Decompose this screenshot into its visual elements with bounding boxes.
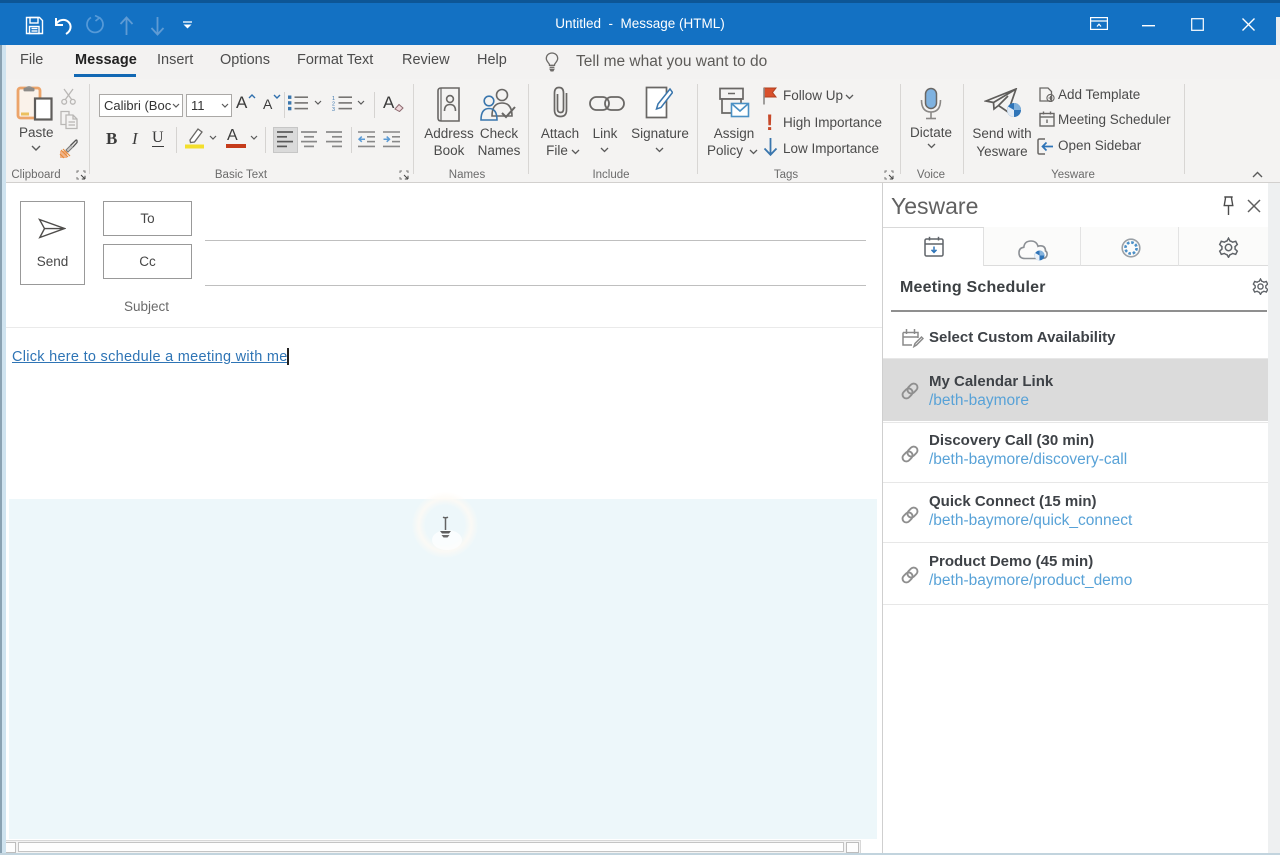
svg-text:3: 3 xyxy=(332,107,335,111)
